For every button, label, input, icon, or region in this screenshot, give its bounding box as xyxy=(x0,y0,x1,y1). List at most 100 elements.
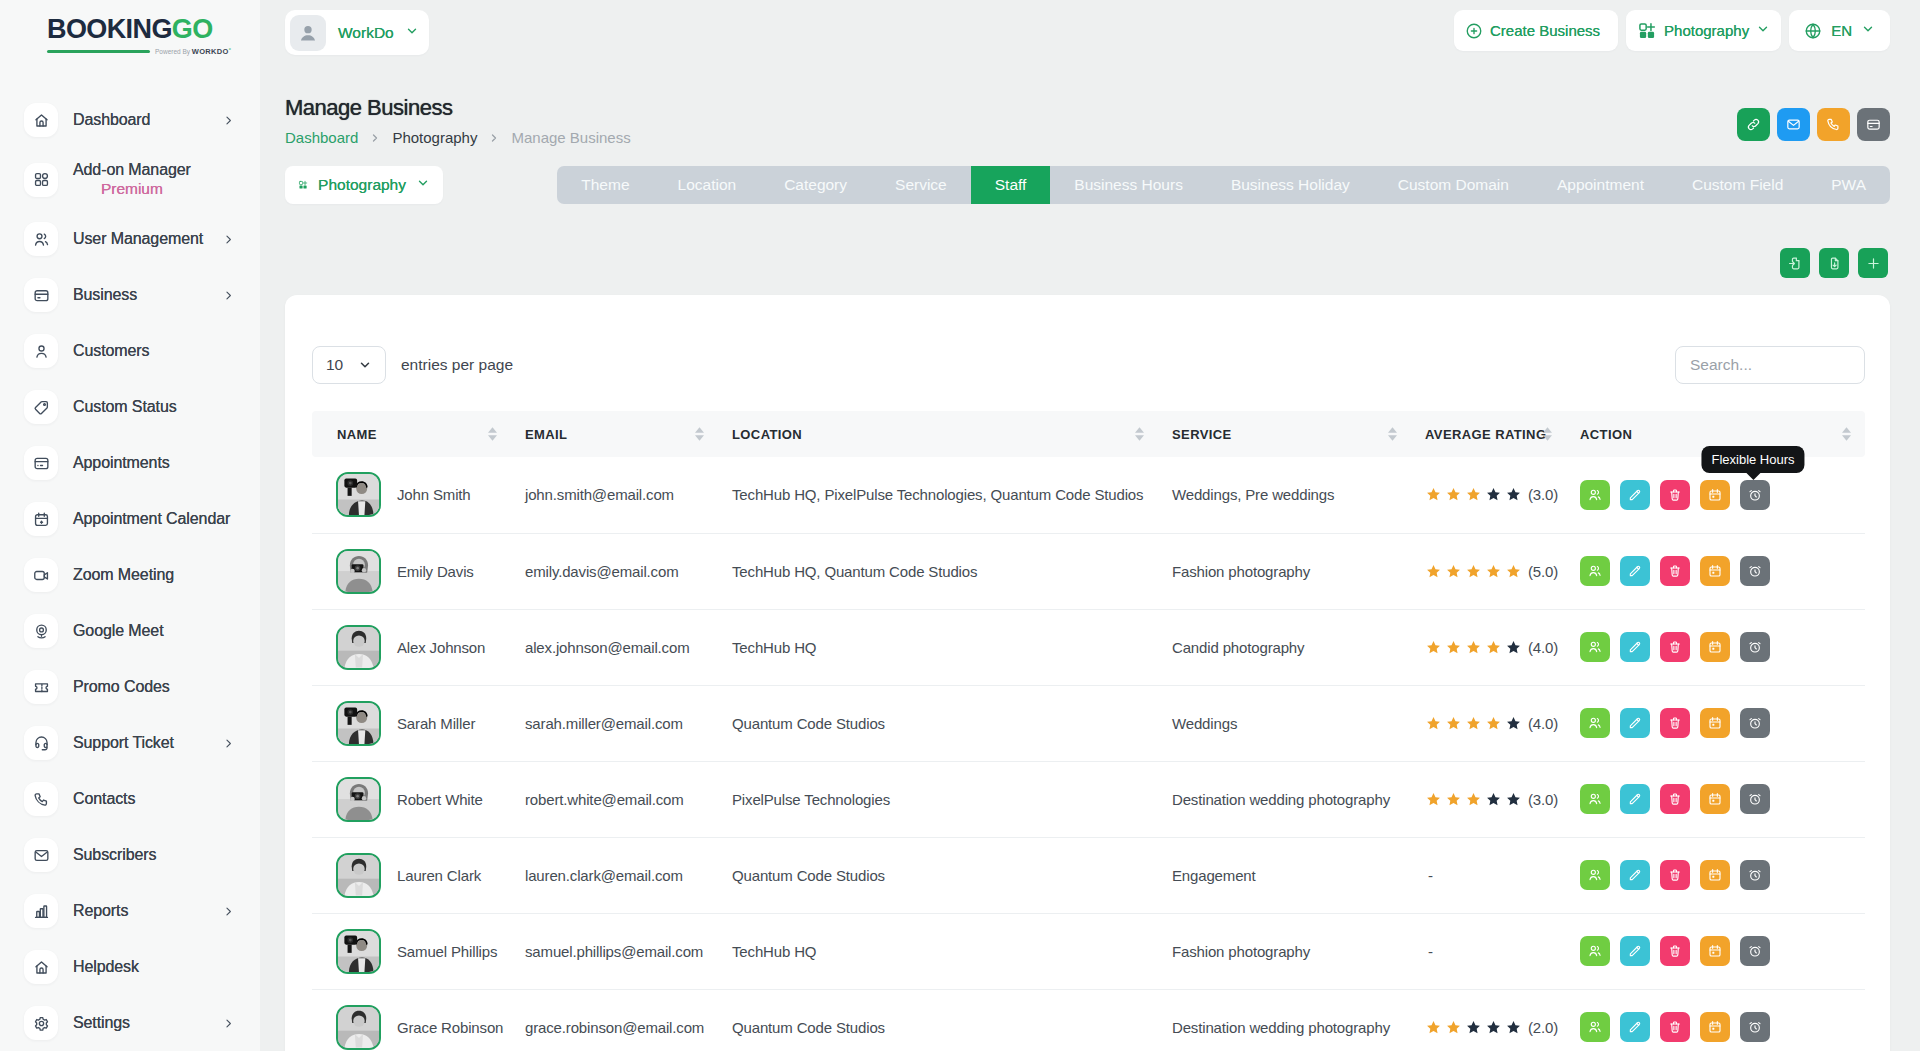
tab-custom-domain[interactable]: Custom Domain xyxy=(1374,166,1533,204)
breadcrumb-dashboard[interactable]: Dashboard xyxy=(285,129,358,146)
sidebar-item-appointment-calendar[interactable]: Appointment Calendar xyxy=(0,491,260,547)
business-switcher-dropdown[interactable]: Photography xyxy=(1626,10,1781,51)
tab-theme[interactable]: Theme xyxy=(557,166,653,204)
add-staff-button[interactable] xyxy=(1858,248,1888,278)
delete-button[interactable] xyxy=(1660,1012,1690,1042)
tab-appointment[interactable]: Appointment xyxy=(1533,166,1668,204)
sidebar-item-helpdesk[interactable]: Helpdesk xyxy=(0,939,260,995)
column-header-email[interactable]: Email xyxy=(511,411,718,457)
mail-button[interactable] xyxy=(1777,108,1810,141)
business-dropdown[interactable]: Photography xyxy=(285,166,443,204)
staff-users-button[interactable] xyxy=(1580,1012,1610,1042)
delete-button[interactable] xyxy=(1660,784,1690,814)
edit-button[interactable] xyxy=(1620,784,1650,814)
tab-business-hours[interactable]: Business Hours xyxy=(1050,166,1207,204)
flexible-hours-button[interactable] xyxy=(1740,708,1770,738)
sidebar-item-business[interactable]: Business xyxy=(0,267,260,323)
export-button[interactable] xyxy=(1819,248,1849,278)
language-dropdown[interactable]: EN xyxy=(1789,10,1890,51)
schedule-button[interactable] xyxy=(1700,1012,1730,1042)
card-button[interactable] xyxy=(1857,108,1890,141)
column-header-location[interactable]: Location xyxy=(718,411,1158,457)
delete-button[interactable] xyxy=(1660,480,1690,510)
sidebar-item-promo-codes[interactable]: Promo Codes xyxy=(0,659,260,715)
sidebar-item-google-meet[interactable]: Google Meet xyxy=(0,603,260,659)
schedule-button[interactable] xyxy=(1700,480,1730,510)
schedule-button[interactable] xyxy=(1700,556,1730,586)
sort-icon[interactable] xyxy=(488,427,497,441)
staff-users-button[interactable] xyxy=(1580,784,1610,814)
sidebar-item-zoom-meeting[interactable]: Zoom Meeting xyxy=(0,547,260,603)
flexible-hours-button[interactable] xyxy=(1740,632,1770,662)
staff-users-button[interactable] xyxy=(1580,936,1610,966)
copy-link-button[interactable] xyxy=(1737,108,1770,141)
staff-users-button[interactable] xyxy=(1580,860,1610,890)
staff-users-button[interactable] xyxy=(1580,708,1610,738)
chevron-down-icon xyxy=(358,358,372,372)
staff-name: Grace Robinson xyxy=(397,1019,503,1036)
breadcrumb-photography[interactable]: Photography xyxy=(392,129,477,146)
sort-icon[interactable] xyxy=(1842,427,1851,441)
tab-pwa[interactable]: PWA xyxy=(1807,166,1890,204)
edit-button[interactable] xyxy=(1620,936,1650,966)
staff-email: alex.johnson@email.com xyxy=(511,609,718,685)
flexible-hours-button[interactable] xyxy=(1740,936,1770,966)
delete-button[interactable] xyxy=(1660,860,1690,890)
schedule-button[interactable] xyxy=(1700,708,1730,738)
sidebar-item-reports[interactable]: Reports xyxy=(0,883,260,939)
tab-category[interactable]: Category xyxy=(760,166,871,204)
sidebar-item-settings[interactable]: Settings xyxy=(0,995,260,1051)
flexible-hours-button[interactable] xyxy=(1740,860,1770,890)
staff-users-button[interactable] xyxy=(1580,632,1610,662)
sidebar-item-customers[interactable]: Customers xyxy=(0,323,260,379)
schedule-button[interactable] xyxy=(1700,860,1730,890)
sort-icon[interactable] xyxy=(695,427,704,441)
staff-users-button[interactable] xyxy=(1580,480,1610,510)
delete-button[interactable] xyxy=(1660,556,1690,586)
edit-button[interactable] xyxy=(1620,480,1650,510)
schedule-button[interactable] xyxy=(1700,936,1730,966)
sidebar-item-add-on-manager[interactable]: Add-on ManagerPremium xyxy=(0,148,260,211)
tab-custom-field[interactable]: Custom Field xyxy=(1668,166,1807,204)
sort-icon[interactable] xyxy=(1135,427,1144,441)
sidebar-item-custom-status[interactable]: Custom Status xyxy=(0,379,260,435)
delete-button[interactable] xyxy=(1660,936,1690,966)
column-header-name[interactable]: Name xyxy=(312,411,511,457)
edit-button[interactable] xyxy=(1620,632,1650,662)
flexible-hours-button[interactable] xyxy=(1740,1012,1770,1042)
phone-button[interactable] xyxy=(1817,108,1850,141)
flexible-hours-button[interactable] xyxy=(1740,784,1770,814)
sidebar-item-dashboard[interactable]: Dashboard xyxy=(0,92,260,148)
sidebar-item-appointments[interactable]: Appointments xyxy=(0,435,260,491)
name-cell: Sarah Miller xyxy=(336,701,497,746)
create-business-button[interactable]: Create Business xyxy=(1454,10,1618,51)
schedule-button[interactable] xyxy=(1700,784,1730,814)
tab-business-holiday[interactable]: Business Holiday xyxy=(1207,166,1374,204)
sort-icon[interactable] xyxy=(1543,427,1552,441)
star-icon xyxy=(1425,563,1442,580)
delete-button[interactable] xyxy=(1660,708,1690,738)
column-header-average-rating[interactable]: Average Rating xyxy=(1411,411,1566,457)
schedule-button[interactable] xyxy=(1700,632,1730,662)
sidebar-item-contacts[interactable]: Contacts xyxy=(0,771,260,827)
edit-button[interactable] xyxy=(1620,708,1650,738)
tab-location[interactable]: Location xyxy=(654,166,761,204)
sort-icon[interactable] xyxy=(1388,427,1397,441)
edit-button[interactable] xyxy=(1620,556,1650,586)
column-header-service[interactable]: Service xyxy=(1158,411,1411,457)
staff-users-button[interactable] xyxy=(1580,556,1610,586)
tab-service[interactable]: Service xyxy=(871,166,971,204)
sidebar-item-support-ticket[interactable]: Support Ticket xyxy=(0,715,260,771)
delete-button[interactable] xyxy=(1660,632,1690,662)
edit-button[interactable] xyxy=(1620,860,1650,890)
sidebar-item-subscribers[interactable]: Subscribers xyxy=(0,827,260,883)
flexible-hours-button[interactable] xyxy=(1740,556,1770,586)
import-button[interactable] xyxy=(1780,248,1810,278)
flexible-hours-button[interactable] xyxy=(1740,480,1770,510)
sidebar-item-user-management[interactable]: User Management xyxy=(0,211,260,267)
tab-staff[interactable]: Staff xyxy=(971,166,1051,204)
edit-button[interactable] xyxy=(1620,1012,1650,1042)
workspace-dropdown[interactable]: WorkDo xyxy=(285,10,429,55)
entries-per-page-select[interactable]: 10 xyxy=(312,346,386,384)
search-input[interactable] xyxy=(1675,346,1865,384)
